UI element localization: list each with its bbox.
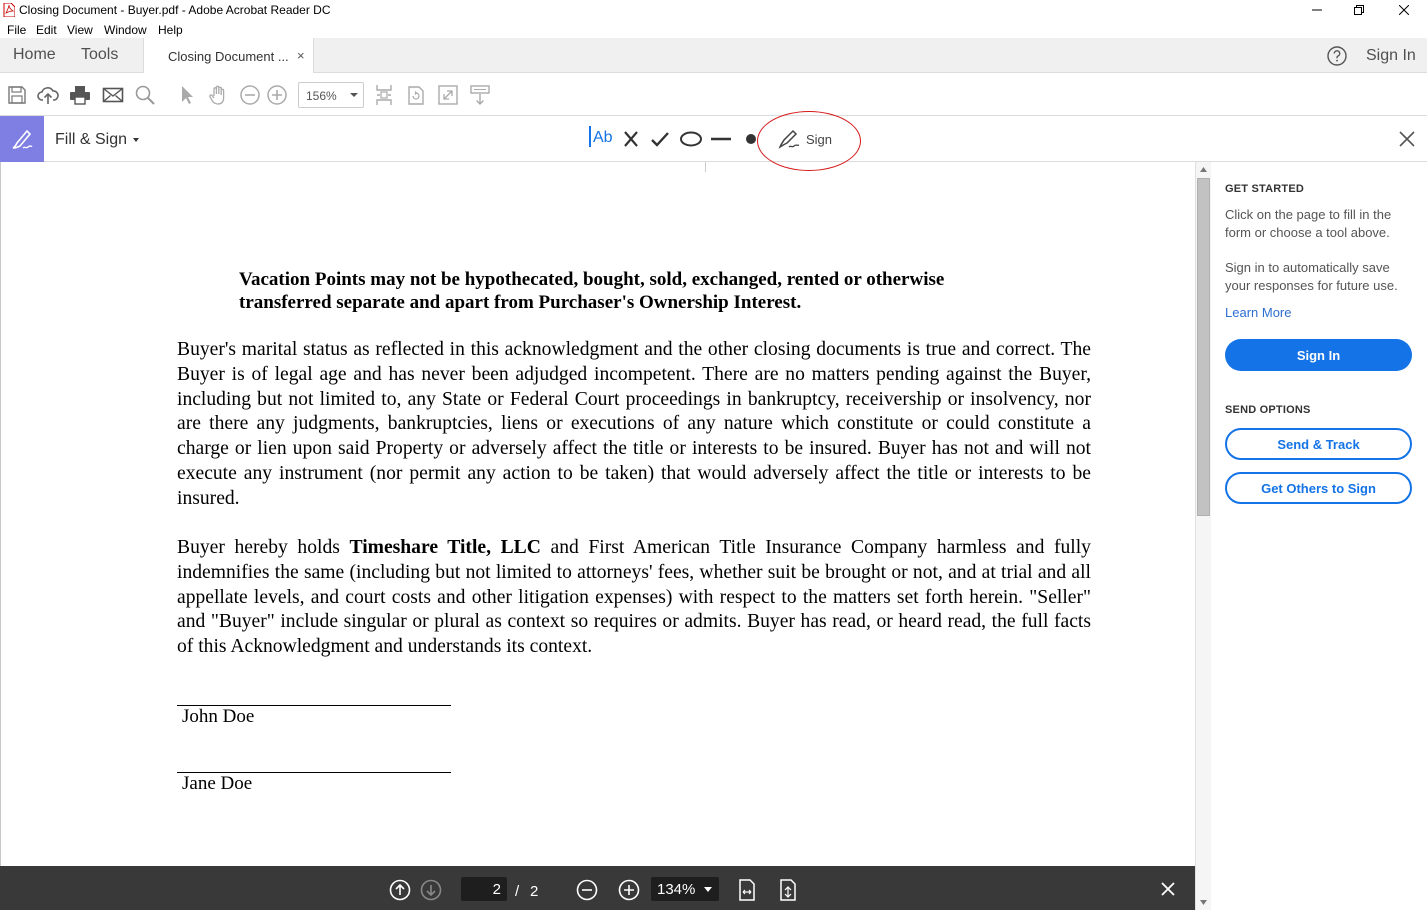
search-icon[interactable] <box>134 84 156 106</box>
zoom-in-icon[interactable] <box>618 879 640 901</box>
scroll-mode-icon[interactable] <box>469 84 491 106</box>
sign-in-link[interactable]: Sign In <box>1366 47 1416 65</box>
text-ab-icon[interactable]: Ab <box>589 126 615 150</box>
close-navigation-icon[interactable] <box>1160 881 1176 897</box>
fill-sign-tool-icon[interactable] <box>0 116 44 162</box>
get-others-to-sign-button[interactable]: Get Others to Sign <box>1225 472 1412 504</box>
close-icon <box>1399 5 1409 15</box>
close-fill-sign-icon[interactable] <box>1398 130 1416 148</box>
fit-width-icon[interactable] <box>736 879 758 901</box>
current-page-value: 2 <box>492 881 501 898</box>
hand-icon[interactable] <box>207 84 229 106</box>
learn-more-link[interactable]: Learn More <box>1225 305 1291 320</box>
send-options-heading: SEND OPTIONS <box>1225 404 1311 416</box>
tab-tools[interactable]: Tools <box>81 46 118 64</box>
fill-sign-label[interactable]: Fill & Sign <box>55 131 127 149</box>
zoom-value: 156% <box>306 89 337 103</box>
paragraph-indemnity: Buyer hereby holds Timeshare Title, LLC … <box>177 536 1091 660</box>
cross-icon[interactable] <box>622 128 640 150</box>
tab-bar: Home Tools Closing Document ... × Sign I… <box>0 38 1427 73</box>
zoom-level-value: 134% <box>657 881 696 898</box>
page-number-input[interactable]: 2 <box>461 877 507 901</box>
help-icon[interactable] <box>1327 46 1347 66</box>
ellipse-icon[interactable] <box>679 128 703 150</box>
email-icon[interactable] <box>102 84 124 106</box>
right-panel: GET STARTED Click on the page to fill in… <box>1211 162 1427 910</box>
tab-document[interactable]: Closing Document ... × <box>143 38 314 73</box>
full-screen-icon[interactable] <box>437 84 459 106</box>
fit-page-icon[interactable] <box>777 879 799 901</box>
indemnity-text-start: Buyer hereby holds <box>177 537 350 558</box>
close-window-button[interactable] <box>1381 0 1427 20</box>
tab-home[interactable]: Home <box>13 46 56 64</box>
upload-cloud-icon[interactable] <box>37 84 59 106</box>
menu-edit[interactable]: Edit <box>36 23 57 37</box>
zoom-out-icon[interactable] <box>576 879 598 901</box>
get-started-heading: GET STARTED <box>1225 183 1304 195</box>
scroll-down-arrow-icon[interactable] <box>1200 900 1207 905</box>
scroll-up-arrow-icon[interactable] <box>1200 167 1207 172</box>
sign-in-button[interactable]: Sign In <box>1225 339 1412 371</box>
scrollbar-thumb[interactable] <box>1197 178 1210 516</box>
line-icon[interactable] <box>710 128 732 150</box>
select-cursor-icon[interactable] <box>176 84 198 106</box>
get-started-text: Click on the page to fill in the form or… <box>1225 207 1392 240</box>
check-icon[interactable] <box>650 128 670 150</box>
rotate-icon[interactable] <box>405 84 427 106</box>
signer-name-1: John Doe <box>182 706 255 727</box>
menu-window[interactable]: Window <box>104 23 147 37</box>
menu-bar: File Edit View Window Help <box>0 20 1427 38</box>
window-title: Closing Document - Buyer.pdf - Adobe Acr… <box>19 3 331 17</box>
sign-in-info-text: Sign in to automatically save your respo… <box>1225 260 1398 293</box>
previous-page-icon[interactable] <box>389 879 411 901</box>
document-tab-label: Closing Document ... <box>168 49 289 64</box>
document-page[interactable]: Vacation Points may not be hypothecated,… <box>0 162 1195 866</box>
company-name-bold: Timeshare Title, LLC <box>349 537 541 558</box>
total-pages: 2 <box>530 883 539 900</box>
highlight-circle-annotation <box>757 111 861 171</box>
zoom-in-icon[interactable] <box>266 84 288 106</box>
zoom-level-dropdown[interactable]: 134% <box>651 877 719 901</box>
restore-icon <box>1354 5 1364 15</box>
menu-help[interactable]: Help <box>158 23 183 37</box>
chevron-down-icon <box>350 93 358 97</box>
main-toolbar: 156% <box>0 74 1427 116</box>
next-page-icon[interactable] <box>420 879 442 901</box>
page-navigation-bar: 2 / 2 134% <box>0 866 1195 910</box>
zoom-dropdown[interactable]: 156% <box>298 82 364 108</box>
chevron-down-icon <box>704 887 712 892</box>
title-bar: Closing Document - Buyer.pdf - Adobe Acr… <box>0 0 1427 20</box>
page-boundary <box>705 162 706 172</box>
minimize-button[interactable] <box>1294 0 1340 20</box>
send-track-button[interactable]: Send & Track <box>1225 428 1412 460</box>
vertical-scrollbar[interactable] <box>1195 162 1211 910</box>
zoom-out-icon[interactable] <box>239 84 261 106</box>
text-tool-label: Ab <box>593 129 613 146</box>
menu-file[interactable]: File <box>7 23 26 37</box>
acrobat-pdf-icon <box>3 3 15 17</box>
close-tab-icon[interactable]: × <box>297 48 305 63</box>
paragraph-marital-status: Buyer's marital status as reflected in t… <box>177 339 1091 509</box>
minimize-icon <box>1312 9 1322 11</box>
caret-down-icon[interactable] <box>133 138 139 142</box>
page-separator: / <box>515 883 520 900</box>
signer-name-2: Jane Doe <box>182 773 253 794</box>
dot-icon[interactable] <box>744 128 758 150</box>
fill-sign-toolbar: Fill & Sign Ab Sign <box>0 116 1427 162</box>
document-heading: Vacation Points may not be hypothecated,… <box>239 269 945 313</box>
pen-sign-icon <box>12 129 33 149</box>
restore-button[interactable] <box>1336 0 1382 20</box>
menu-view[interactable]: View <box>67 23 93 37</box>
save-icon[interactable] <box>6 84 28 106</box>
fit-page-icon[interactable] <box>373 84 395 106</box>
print-icon[interactable] <box>69 84 91 106</box>
